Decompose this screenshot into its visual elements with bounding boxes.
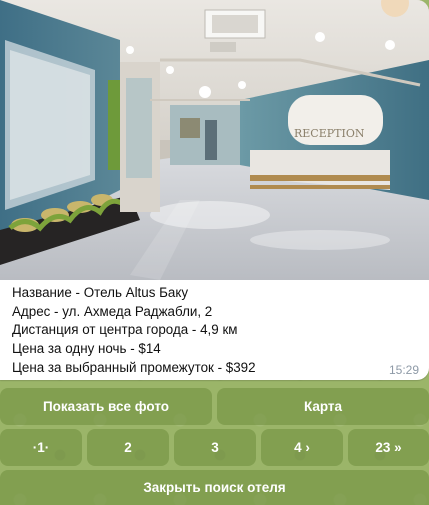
page-last-button[interactable]: 23 » xyxy=(348,429,429,466)
distance-line: Дистанция от центра города - 4,9 км xyxy=(12,322,238,338)
page-2-button[interactable]: 2 xyxy=(87,429,169,466)
hotel-name-line: Название - Отель Altus Баку xyxy=(12,285,189,300)
hotel-photo[interactable]: RECEPTION xyxy=(0,0,429,280)
show-all-photos-button[interactable]: Показать все фото xyxy=(0,388,212,425)
price-per-night-line: Цена за одну ночь - $14 xyxy=(12,341,161,357)
map-button[interactable]: Карта xyxy=(217,388,429,425)
hotel-address-line: Адрес - ул. Ахмеда Раджабли, 2 xyxy=(12,303,213,319)
page-next-button[interactable]: 4 › xyxy=(261,429,343,466)
hotel-lobby-image: RECEPTION xyxy=(0,0,429,280)
page-3-button[interactable]: 3 xyxy=(174,429,256,466)
message-time: 15:29 xyxy=(388,363,419,377)
page-1-button[interactable]: ·1· xyxy=(0,429,82,466)
close-hotel-search-button[interactable]: Закрыть поиск отеля xyxy=(0,470,429,505)
message-bubble: RECEPTION Название - Отель Altus Баку Ад… xyxy=(0,0,429,380)
reception-sign: RECEPTION xyxy=(294,127,365,140)
hotel-info-caption: Название - Отель Altus Баку Адрес - ул. … xyxy=(12,284,412,378)
total-price-line: Цена за выбранный промежуток - $392 xyxy=(12,359,256,375)
